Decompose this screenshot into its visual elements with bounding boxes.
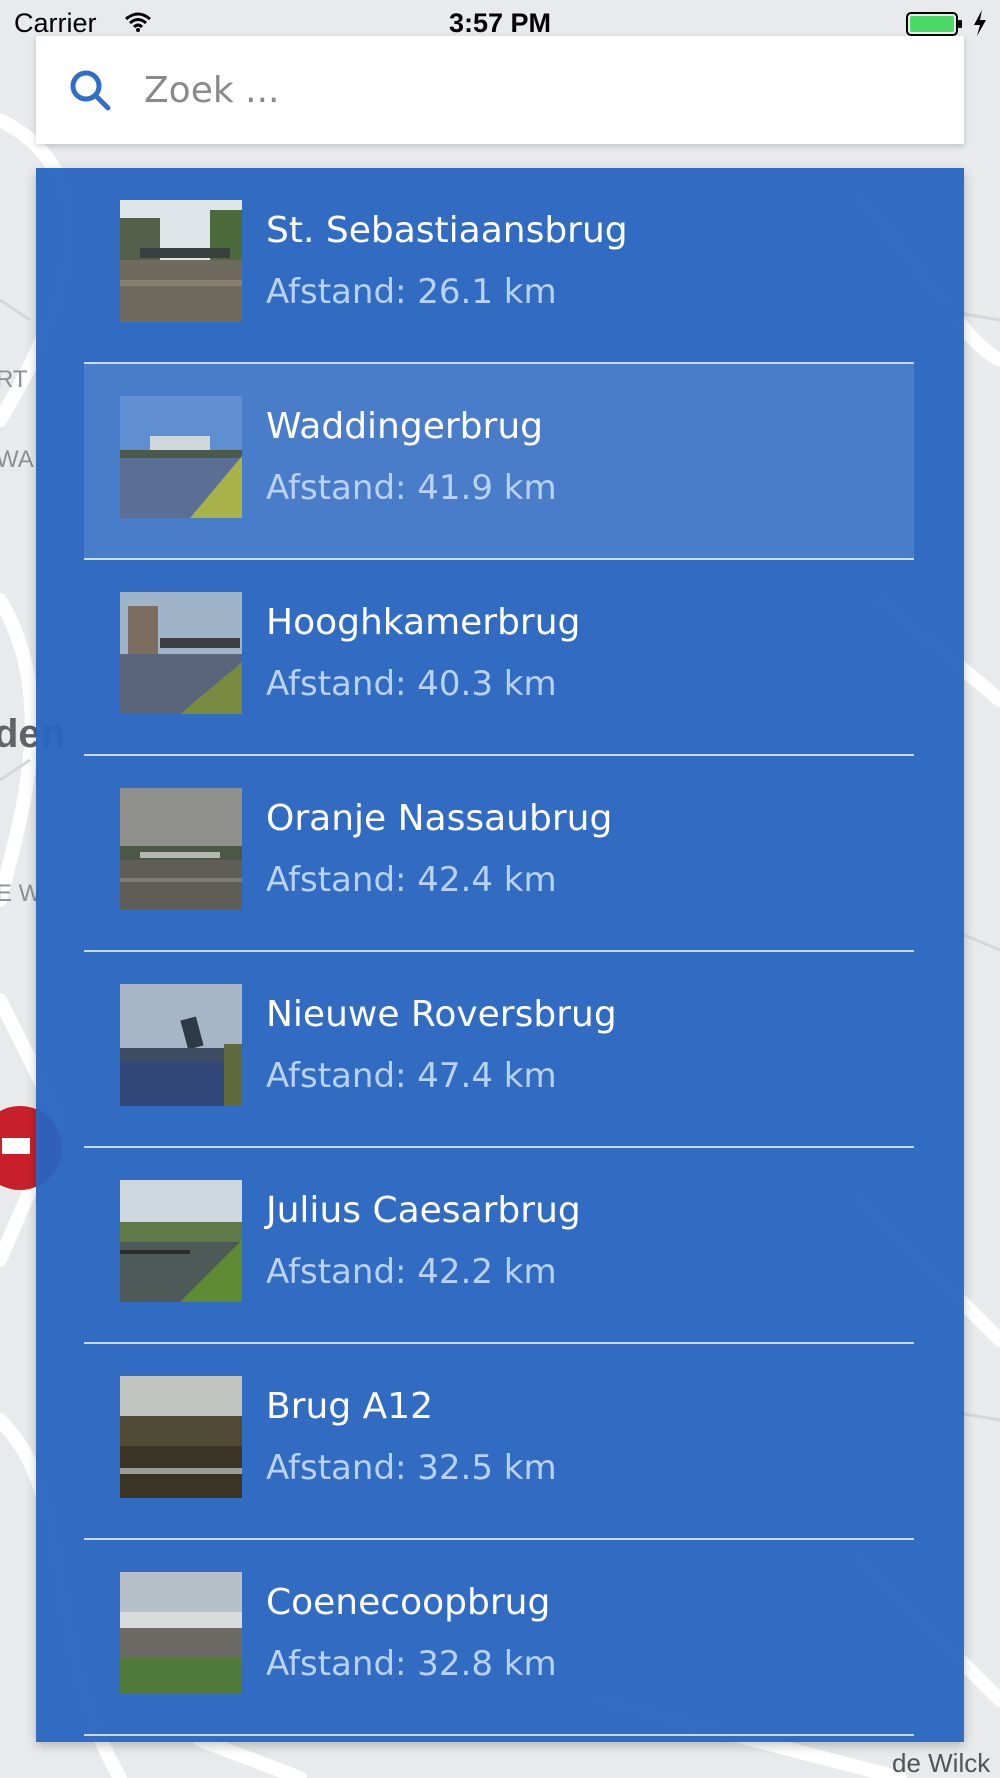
bridge-thumbnail xyxy=(120,788,242,910)
bridge-distance: Afstand: 47.4 km xyxy=(266,1056,557,1096)
bridge-thumbnail xyxy=(120,1572,242,1694)
map-label-de-wilck: de Wilck xyxy=(892,1748,991,1778)
bridge-distance: Afstand: 32.5 km xyxy=(266,1448,557,1488)
result-list: St. Sebastiaansbrug Afstand: 26.1 km Wad… xyxy=(84,168,914,1736)
list-item[interactable]: Brug A12 Afstand: 32.5 km xyxy=(84,1344,914,1540)
list-item[interactable]: Hooghkamerbrug Afstand: 40.3 km xyxy=(84,560,914,756)
bridge-name: Julius Caesarbrug xyxy=(266,1190,581,1231)
status-time: 3:57 PM xyxy=(448,8,552,38)
bridge-name: Oranje Nassaubrug xyxy=(266,798,613,839)
bolt-icon xyxy=(974,10,986,36)
battery-icon xyxy=(906,12,962,36)
bridge-name: Hooghkamerbrug xyxy=(266,602,581,643)
bridge-distance: Afstand: 40.3 km xyxy=(266,664,557,704)
bridge-thumbnail xyxy=(120,1376,242,1498)
list-item[interactable]: St. Sebastiaansbrug Afstand: 26.1 km xyxy=(84,168,914,364)
bridge-distance: Afstand: 41.9 km xyxy=(266,468,557,508)
search-icon[interactable] xyxy=(66,66,114,114)
bridge-distance: Afstand: 26.1 km xyxy=(266,272,557,312)
bridge-name: Waddingerbrug xyxy=(266,406,543,447)
bridge-thumbnail xyxy=(120,1180,242,1302)
list-item[interactable]: Nieuwe Roversbrug Afstand: 47.4 km xyxy=(84,952,914,1148)
bridge-distance: Afstand: 42.2 km xyxy=(266,1252,557,1292)
bridge-thumbnail xyxy=(120,200,242,322)
bridge-distance: Afstand: 42.4 km xyxy=(266,860,557,900)
list-item[interactable]: Oranje Nassaubrug Afstand: 42.4 km xyxy=(84,756,914,952)
list-item[interactable]: Coenecoopbrug Afstand: 32.8 km xyxy=(84,1540,914,1736)
search-results-panel[interactable]: St. Sebastiaansbrug Afstand: 26.1 km Wad… xyxy=(36,168,964,1742)
bridge-name: St. Sebastiaansbrug xyxy=(266,210,628,251)
list-item-selected[interactable]: Waddingerbrug Afstand: 41.9 km xyxy=(84,364,914,560)
bridge-name: Coenecoopbrug xyxy=(266,1582,551,1623)
bridge-distance: Afstand: 32.8 km xyxy=(266,1644,557,1684)
bridge-thumbnail xyxy=(120,396,242,518)
map-label-wa: WA xyxy=(0,446,34,473)
map-label-rt: RT xyxy=(0,366,28,393)
bridge-name: Brug A12 xyxy=(266,1386,434,1427)
bridge-name: Nieuwe Roversbrug xyxy=(266,994,617,1035)
search-bar[interactable] xyxy=(36,36,964,144)
list-item[interactable]: Julius Caesarbrug Afstand: 42.2 km xyxy=(84,1148,914,1344)
bridge-thumbnail xyxy=(120,984,242,1106)
search-input[interactable] xyxy=(144,58,924,122)
bridge-thumbnail xyxy=(120,592,242,714)
